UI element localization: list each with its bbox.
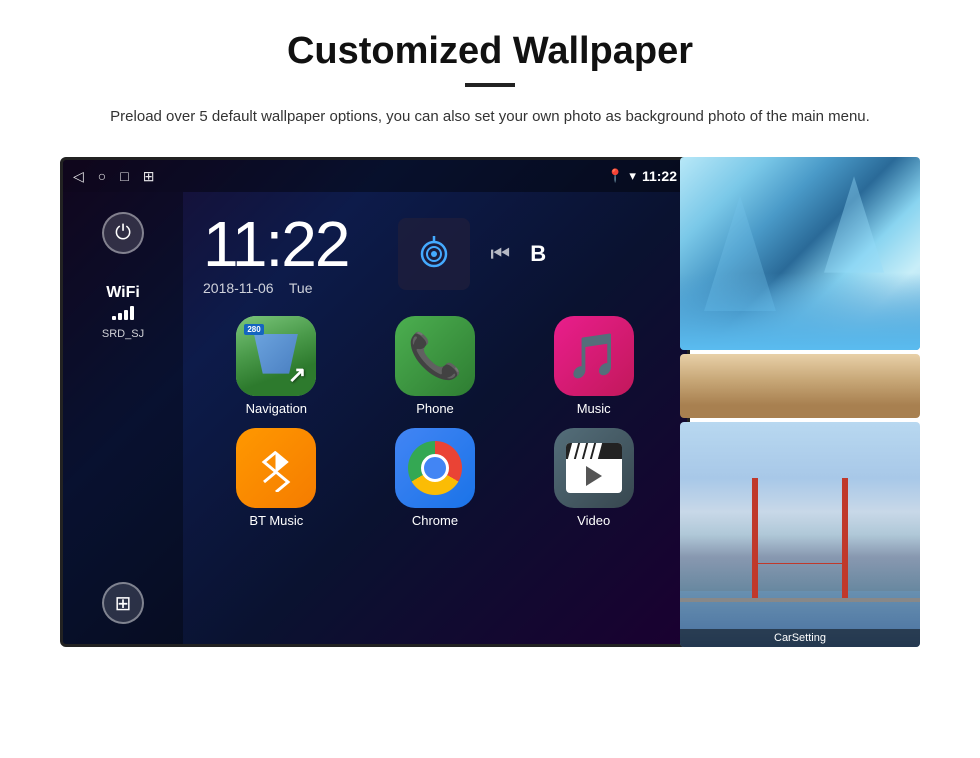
- wifi-label: WiFi: [102, 284, 144, 302]
- clock-area: 11:22 2018-11-06 Tue: [183, 192, 687, 306]
- app-grid: 280 ↗ Navigation 📞 Phone: [183, 306, 687, 538]
- nav-badge: 280: [244, 324, 263, 335]
- next-letter-icon: B: [530, 241, 546, 267]
- home-icon[interactable]: ○: [98, 168, 106, 184]
- status-time: 11:22: [642, 168, 677, 184]
- page-title: Customized Wallpaper: [287, 30, 693, 73]
- video-app-label: Video: [577, 513, 610, 528]
- page-subtitle: Preload over 5 default wallpaper options…: [110, 105, 870, 129]
- apps-grid-icon: ⊞: [115, 591, 132, 616]
- navigation-app-label: Navigation: [246, 401, 307, 416]
- wifi-widget: WiFi SRD_SJ: [102, 284, 144, 342]
- apps-button[interactable]: ⊞: [102, 582, 144, 624]
- center-content: 11:22 2018-11-06 Tue: [183, 192, 687, 644]
- phone-app-icon: 📞: [395, 316, 475, 396]
- app-item-btmusic[interactable]: BT Music: [203, 428, 350, 528]
- wallpaper-thumbnails: CarSetting: [680, 157, 920, 647]
- app-item-chrome[interactable]: Chrome: [362, 428, 509, 528]
- wallpaper-thumb-2[interactable]: [680, 354, 920, 418]
- clock-day: Tue: [289, 280, 313, 296]
- wallpaper-thumb-3[interactable]: CarSetting: [680, 422, 920, 647]
- clock-date-value: 2018-11-06: [203, 280, 274, 296]
- btmusic-app-icon: [236, 428, 316, 508]
- status-bar: ◁ ○ □ ⊞ 📍 ▾ 11:22: [63, 160, 687, 192]
- wifi-status-icon: ▾: [629, 168, 636, 184]
- title-divider: [465, 83, 515, 87]
- chrome-outer-ring: [408, 441, 462, 495]
- app-item-phone[interactable]: 📞 Phone: [362, 316, 509, 416]
- screenshot-icon[interactable]: ⊞: [143, 168, 155, 185]
- status-bar-right: 📍 ▾ 11:22: [607, 168, 677, 184]
- wifi-bar-2: [118, 313, 122, 320]
- music-app-label: Music: [577, 401, 611, 416]
- carsetting-label: CarSetting: [680, 629, 920, 647]
- phone-app-label: Phone: [416, 401, 454, 416]
- app-item-video[interactable]: Video: [520, 428, 667, 528]
- chrome-app-label: Chrome: [412, 513, 458, 528]
- device-container: ◁ ○ □ ⊞ 📍 ▾ 11:22 ⏻: [60, 157, 920, 667]
- wifi-ssid: SRD_SJ: [102, 328, 144, 340]
- app-item-navigation[interactable]: 280 ↗ Navigation: [203, 316, 350, 416]
- android-screen: ◁ ○ □ ⊞ 📍 ▾ 11:22 ⏻: [60, 157, 690, 647]
- prev-track-icon[interactable]: ⏮: [490, 241, 510, 267]
- wifi-signal-bars: [102, 306, 144, 320]
- clock-date: 2018-11-06 Tue: [203, 280, 348, 296]
- chrome-inner-circle: [421, 454, 449, 482]
- video-app-icon: [554, 428, 634, 508]
- recents-icon[interactable]: □: [120, 168, 128, 184]
- power-button[interactable]: ⏻: [102, 212, 144, 254]
- status-bar-left: ◁ ○ □ ⊞: [73, 168, 154, 185]
- btmusic-app-label: BT Music: [249, 513, 303, 528]
- wifi-bar-4: [130, 306, 134, 320]
- music-app-icon: 🎵: [554, 316, 634, 396]
- wifi-bar-3: [124, 310, 128, 320]
- location-icon: 📍: [607, 168, 623, 184]
- main-area: ⏻ WiFi SRD_SJ ⊞: [63, 192, 687, 644]
- radio-wave-icon: [414, 234, 454, 274]
- clock-time: 11:22: [203, 212, 348, 276]
- page-wrapper: Customized Wallpaper Preload over 5 defa…: [0, 0, 980, 687]
- navigation-app-icon: 280 ↗: [236, 316, 316, 396]
- power-icon: ⏻: [115, 222, 131, 245]
- clock-widgets: ⏮ B: [398, 218, 546, 290]
- bluetooth-icon: [252, 444, 300, 492]
- wifi-bar-1: [112, 316, 116, 320]
- back-icon[interactable]: ◁: [73, 168, 84, 185]
- sidebar: ⏻ WiFi SRD_SJ ⊞: [63, 192, 183, 644]
- clock-block: 11:22 2018-11-06 Tue: [203, 212, 348, 296]
- app-item-music[interactable]: 🎵 Music: [520, 316, 667, 416]
- music-widget-icon: [398, 218, 470, 290]
- chrome-app-icon: [395, 428, 475, 508]
- wallpaper-thumb-1[interactable]: [680, 157, 920, 350]
